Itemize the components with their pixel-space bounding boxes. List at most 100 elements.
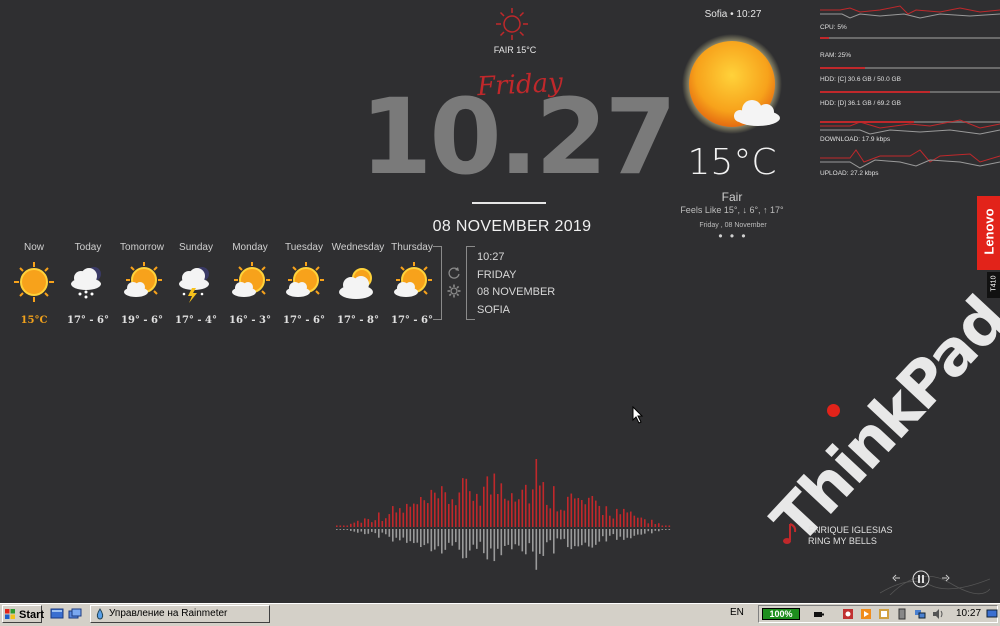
visualizer-bar-reflection xyxy=(539,529,541,554)
visualizer-bar xyxy=(360,522,363,527)
model-badge: T410 xyxy=(987,272,1000,298)
visualizer-bar-reflection xyxy=(497,529,499,549)
power-plug-icon[interactable] xyxy=(812,608,824,620)
visualizer-bar xyxy=(507,500,510,527)
visualizer-bar-reflection xyxy=(581,529,583,546)
visualizer-bar-reflection xyxy=(542,529,545,556)
visualizer-bar xyxy=(451,499,454,527)
forecast-day-label: Tuesday xyxy=(285,242,323,253)
visualizer-bar xyxy=(616,508,618,527)
previous-icon[interactable] xyxy=(892,574,902,582)
cloud-sun-icon xyxy=(339,268,373,299)
visualizer-bar xyxy=(371,522,373,527)
visualizer-bar-reflection xyxy=(350,529,352,531)
visualizer-bar xyxy=(346,525,349,527)
volume-icon[interactable] xyxy=(932,608,944,620)
visualizer-bar-reflection xyxy=(381,529,384,533)
visualizer-bar xyxy=(458,492,461,527)
visualizer-bar-reflection xyxy=(553,529,555,554)
visualizer-bar-reflection xyxy=(563,529,566,539)
windows-logo-icon xyxy=(5,609,15,619)
visualizer-bar xyxy=(595,500,597,527)
visualizer-bar-reflection xyxy=(479,529,482,542)
visualizer-bar-reflection xyxy=(409,529,412,542)
visualizer-bar-reflection xyxy=(633,529,636,536)
forecast-day-label: Wednesday xyxy=(331,242,385,253)
day-script: Friday xyxy=(476,67,564,103)
network-icon[interactable] xyxy=(914,608,926,620)
visualizer-bar xyxy=(553,486,555,527)
visualizer-bar-reflection xyxy=(469,529,471,551)
visualizer-bar xyxy=(385,518,387,527)
visualizer-bar-reflection xyxy=(430,529,433,552)
visualizer-bar-reflection xyxy=(416,529,419,543)
mouse-cursor-icon xyxy=(632,406,644,424)
visualizer-bar-reflection xyxy=(532,529,534,552)
visualizer-bar-reflection xyxy=(343,529,345,530)
forecast-day: Monday 16° - 3° xyxy=(222,242,278,326)
visualizer-bar xyxy=(409,506,412,527)
battery-indicator[interactable]: 100% xyxy=(762,608,800,620)
visualizer-bar-reflection xyxy=(406,529,408,543)
visualizer-bar xyxy=(490,494,492,527)
visualizer-bar xyxy=(626,512,629,527)
lenovo-logo: Lenovo xyxy=(977,196,1000,270)
visualizer-bar-reflection xyxy=(465,529,468,558)
visualizer-bar xyxy=(486,476,489,527)
visualizer-bar xyxy=(532,489,534,527)
visualizer-bar xyxy=(609,515,611,527)
next-icon[interactable] xyxy=(940,574,950,582)
thinkpad-dot xyxy=(827,404,840,417)
taskbar-window-rainmeter[interactable]: Управление на Rainmeter xyxy=(90,605,270,623)
lenovo-text: Lenovo xyxy=(981,208,997,255)
security-icon[interactable] xyxy=(842,608,854,620)
visualizer-bar xyxy=(353,522,356,527)
visualizer-bar xyxy=(567,496,569,527)
visualizer-bar xyxy=(546,504,548,527)
forecast-temp: 15°C xyxy=(20,315,48,326)
visualizer-bar-reflection xyxy=(574,529,576,547)
forecast-day-label: Thursday xyxy=(391,242,433,253)
visualizer-bar xyxy=(598,505,601,527)
visualizer-bar xyxy=(437,498,440,527)
gear-icon[interactable] xyxy=(447,284,461,298)
visualizer-bar-reflection xyxy=(661,529,664,530)
snow-cloud-icon xyxy=(71,267,101,299)
visualizer-bar-reflection xyxy=(360,529,363,532)
visualizer-bar-reflection xyxy=(612,529,615,535)
visualizer-bar-reflection xyxy=(339,529,342,530)
visualizer-bar-reflection xyxy=(476,529,478,549)
visualizer-bar xyxy=(392,506,394,527)
pause-icon[interactable] xyxy=(912,570,930,588)
show-desktop-icon[interactable] xyxy=(50,608,64,620)
sun-cloud-icon xyxy=(286,262,324,297)
visualizer-bar-reflection xyxy=(588,529,590,547)
visualizer-bar xyxy=(493,473,496,527)
visualizer-bar xyxy=(479,505,482,527)
divider xyxy=(472,202,546,204)
page-dots[interactable]: • • • xyxy=(718,229,748,243)
visualizer-bar xyxy=(563,510,566,527)
media-icon[interactable] xyxy=(860,608,872,620)
visualizer-bar xyxy=(651,519,653,527)
visualizer-bar xyxy=(605,506,608,527)
current-condition: Fair xyxy=(721,190,743,204)
tray-clock[interactable]: 10:27 xyxy=(956,608,981,619)
visualizer-bar xyxy=(630,511,632,527)
visualizer-bar xyxy=(574,498,576,527)
visualizer-bar-reflection xyxy=(560,529,562,540)
info-panel: 10:27 FRIDAY 08 NOVEMBER SOFIA xyxy=(477,249,555,319)
visualizer-bar-reflection xyxy=(500,529,503,556)
visualizer-bar xyxy=(633,515,636,527)
language-indicator[interactable]: EN xyxy=(730,607,744,618)
visualizer-bar xyxy=(560,509,562,527)
visualizer-bar xyxy=(413,503,415,527)
window-switch-icon[interactable] xyxy=(68,608,82,620)
visualizer-bar-reflection xyxy=(640,529,643,535)
app-tray-icon[interactable] xyxy=(878,608,890,620)
visualizer-bar xyxy=(668,525,671,527)
forecast-temp: 17° - 8° xyxy=(337,315,379,326)
device-icon[interactable] xyxy=(896,608,908,620)
desktop-icon[interactable] xyxy=(986,608,998,620)
refresh-icon[interactable] xyxy=(447,266,461,280)
